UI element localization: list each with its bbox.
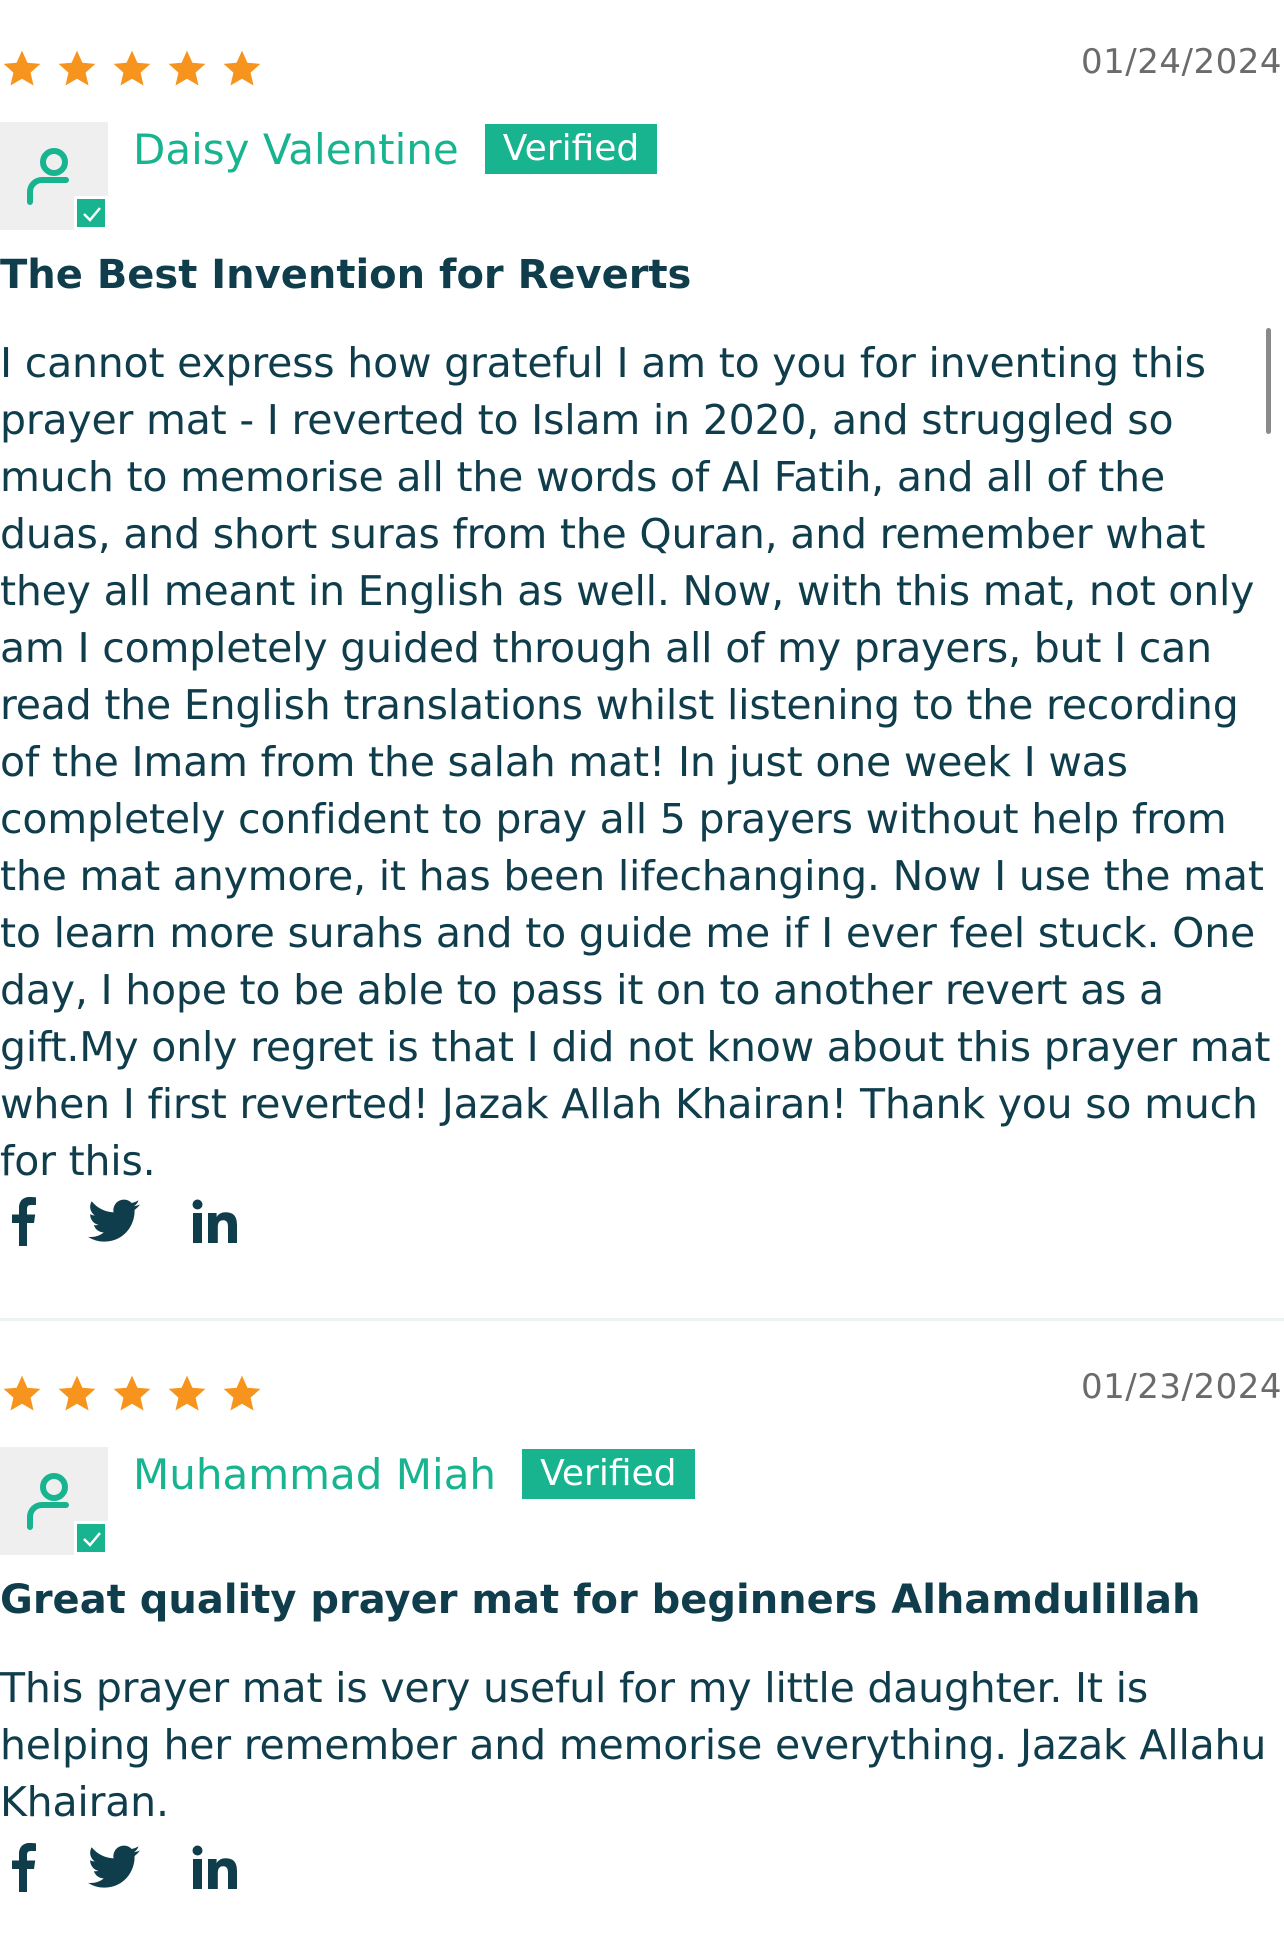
star-rating (0, 1373, 264, 1415)
star-icon (3, 50, 41, 86)
star-icon (223, 1375, 261, 1411)
review-card: 01/23/2024 Muhammad Miah Verified Great … (0, 1325, 1284, 1936)
verified-check-icon (74, 1521, 108, 1555)
share-links (10, 1842, 238, 1892)
star-icon (223, 50, 261, 86)
star-icon (58, 50, 96, 86)
review-divider (0, 1318, 1284, 1321)
review-author: Daisy Valentine Verified (133, 124, 658, 174)
linkedin-icon[interactable] (192, 1199, 238, 1243)
star-icon (113, 1375, 151, 1411)
star-icon (3, 1375, 41, 1411)
linkedin-icon[interactable] (192, 1845, 238, 1889)
review-author: Muhammad Miah Verified (133, 1449, 695, 1499)
facebook-icon[interactable] (10, 1842, 36, 1892)
verified-check-icon (74, 196, 108, 230)
verified-badge: Verified (522, 1449, 695, 1499)
share-links (10, 1196, 238, 1246)
review-body: This prayer mat is very useful for my li… (0, 1664, 1267, 1826)
avatar (0, 122, 108, 230)
star-icon (58, 1375, 96, 1411)
scrollbar[interactable] (1266, 328, 1271, 434)
review-body: I cannot express how grateful I am to yo… (0, 339, 1271, 1185)
review-card: 01/24/2024 Daisy Valentine Verified The … (0, 0, 1284, 1321)
review-date: 01/23/2024 (1081, 1367, 1282, 1407)
review-title: The Best Invention for Reverts (0, 252, 692, 298)
review-date: 01/24/2024 (1081, 42, 1282, 82)
review-title: Great quality prayer mat for beginners A… (0, 1577, 1201, 1623)
twitter-icon[interactable] (88, 1845, 140, 1889)
twitter-icon[interactable] (88, 1199, 140, 1243)
author-name: Daisy Valentine (133, 124, 459, 174)
star-rating (0, 48, 264, 90)
avatar (0, 1447, 108, 1555)
author-name: Muhammad Miah (133, 1449, 497, 1499)
facebook-icon[interactable] (10, 1196, 36, 1246)
star-icon (168, 1375, 206, 1411)
star-icon (113, 50, 151, 86)
verified-badge: Verified (484, 124, 658, 174)
star-icon (168, 50, 206, 86)
